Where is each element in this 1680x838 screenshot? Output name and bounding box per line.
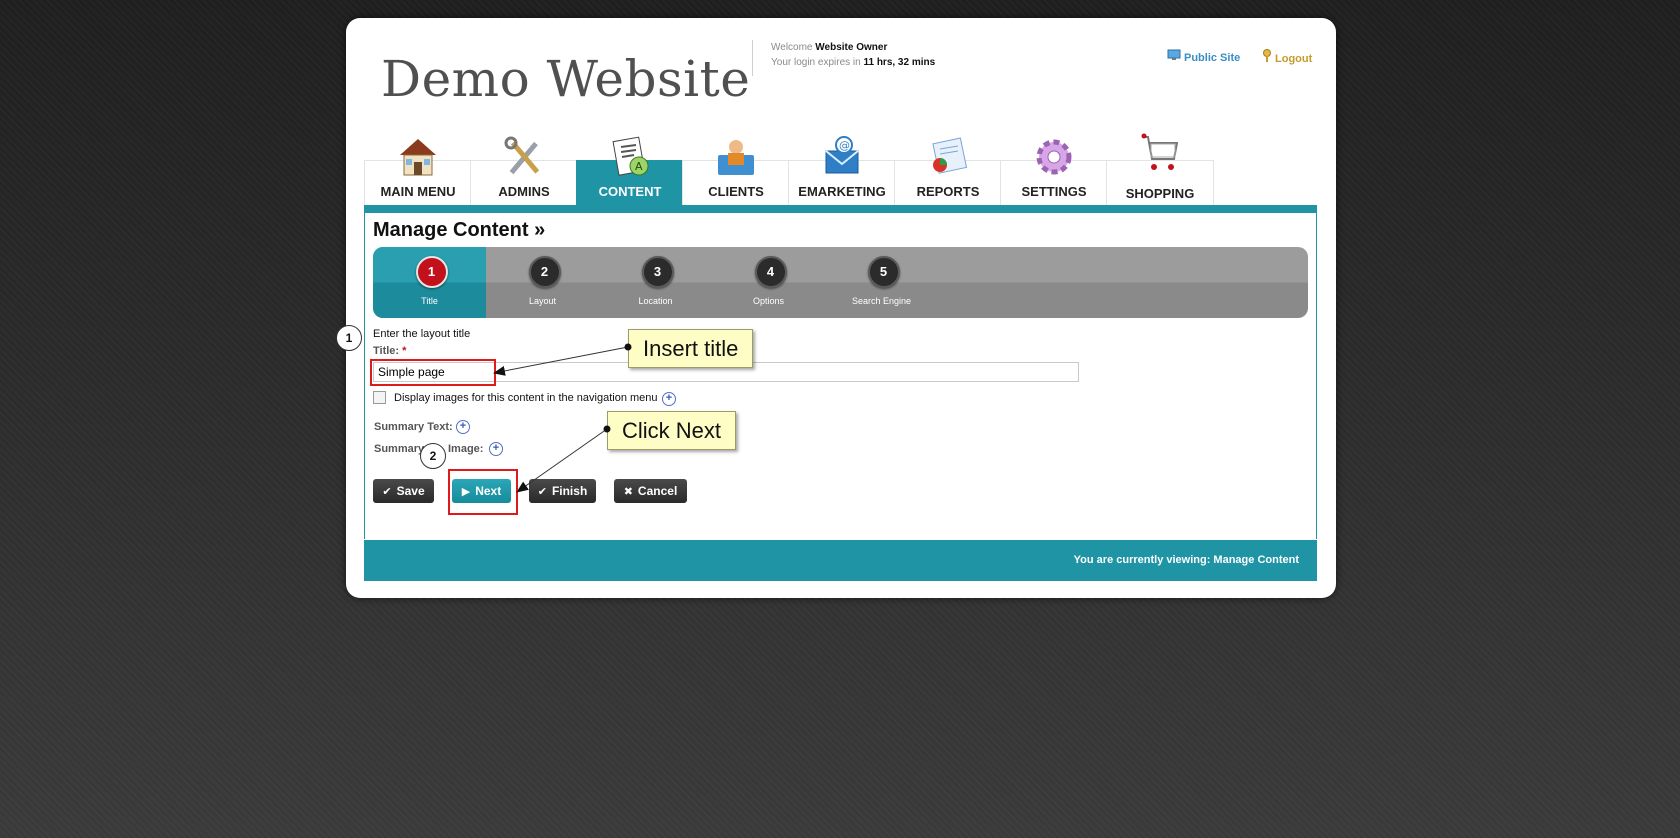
check-icon: ✔ bbox=[537, 486, 547, 498]
tab-label: SHOPPING bbox=[1125, 186, 1195, 201]
display-images-checkbox[interactable] bbox=[373, 391, 386, 404]
tab-label: SETTINGS bbox=[1021, 184, 1087, 199]
summary-image-label-start: Summary bbox=[374, 443, 425, 455]
tab-reports[interactable]: REPORTS bbox=[894, 137, 1002, 207]
step-label: Title bbox=[421, 296, 438, 306]
save-button[interactable]: ✔ Save bbox=[373, 479, 434, 503]
tab-content[interactable]: A CONTENT bbox=[576, 136, 684, 207]
save-label: Save bbox=[396, 484, 425, 498]
summary-text-label: Summary Text: bbox=[374, 421, 453, 433]
required-mark: * bbox=[402, 345, 407, 357]
gear-icon bbox=[1036, 139, 1072, 175]
tab-label: CONTENT bbox=[598, 184, 662, 199]
step-number: 5 bbox=[867, 256, 900, 288]
clients-icon bbox=[718, 140, 754, 175]
expiry-value: 11 hrs, 32 mins bbox=[863, 57, 936, 68]
step-marker-1: 1 bbox=[336, 325, 362, 351]
tab-label: MAIN MENU bbox=[380, 184, 456, 199]
key-icon bbox=[1262, 49, 1272, 65]
step-number: 1 bbox=[415, 256, 448, 288]
close-icon: ✖ bbox=[623, 486, 633, 498]
tab-main-menu[interactable]: MAIN MENU bbox=[364, 139, 472, 207]
tab-shopping[interactable]: SHOPPING bbox=[1106, 133, 1214, 207]
footer-status: You are currently viewing: Manage Conten… bbox=[1073, 554, 1299, 566]
svg-text:A: A bbox=[635, 160, 643, 173]
site-logo: Demo Website bbox=[381, 50, 751, 108]
house-icon bbox=[400, 139, 436, 176]
expiry-prefix: Your login expires in bbox=[771, 57, 861, 68]
finish-label: Finish bbox=[551, 484, 588, 498]
wizard-step-search-engine[interactable]: 5 Search Engine bbox=[825, 247, 938, 318]
wizard-step-title[interactable]: 1 Title bbox=[373, 247, 486, 318]
title-field-label: Title: * bbox=[373, 345, 406, 357]
finish-button[interactable]: ✔ Finish bbox=[529, 479, 596, 503]
step-label: Search Engine bbox=[851, 296, 912, 306]
check-icon: ✔ bbox=[382, 486, 392, 498]
title-input-highlight bbox=[370, 359, 496, 386]
insert-title-callout: Insert title bbox=[628, 329, 754, 368]
welcome-line: Welcome Website Owner bbox=[771, 40, 935, 55]
wizard-step-options[interactable]: 4 Options bbox=[712, 247, 825, 318]
page-title: Manage Content » bbox=[373, 219, 546, 241]
public-site-label: Public Site bbox=[1184, 52, 1241, 64]
tab-admins[interactable]: ADMINS bbox=[470, 136, 578, 207]
tab-emarketing[interactable]: @ EMARKETING bbox=[788, 136, 896, 207]
next-button-highlight bbox=[448, 469, 518, 515]
welcome-prefix: Welcome bbox=[771, 42, 813, 53]
logout-label: Logout bbox=[1275, 53, 1313, 65]
display-images-label: Display images for this content in the n… bbox=[394, 392, 658, 404]
monitor-icon bbox=[1167, 49, 1181, 64]
wizard-step-layout[interactable]: 2 Layout bbox=[486, 247, 599, 318]
footer-bar: You are currently viewing: Manage Conten… bbox=[364, 540, 1317, 581]
wizard-step-location[interactable]: 3 Location bbox=[599, 247, 712, 318]
summary-image-add-icon[interactable]: + bbox=[489, 442, 503, 456]
step-number: 4 bbox=[754, 256, 787, 288]
tab-underline-bar bbox=[364, 205, 1317, 213]
public-site-link[interactable]: Public Site bbox=[1167, 49, 1240, 64]
cart-icon bbox=[1141, 133, 1179, 170]
welcome-box: Welcome Website Owner Your login expires… bbox=[752, 40, 935, 76]
step-label: Layout bbox=[528, 296, 557, 306]
tab-clients[interactable]: CLIENTS bbox=[682, 140, 790, 207]
user-name: Website Owner bbox=[815, 42, 888, 53]
reports-icon bbox=[932, 137, 968, 174]
wizard-steps: 1 Title 2 Layout 3 Location 4 Options 5 … bbox=[373, 247, 1308, 318]
step-label: Options bbox=[752, 296, 785, 306]
cancel-label: Cancel bbox=[637, 484, 678, 498]
step-number: 3 bbox=[641, 256, 674, 288]
svg-text:@: @ bbox=[839, 139, 850, 152]
step-label: Location bbox=[638, 296, 673, 306]
summary-text-add-icon[interactable]: + bbox=[456, 420, 470, 434]
email-icon: @ bbox=[825, 136, 859, 174]
document-icon: A bbox=[612, 136, 649, 176]
display-images-help-icon[interactable]: + bbox=[662, 392, 676, 406]
step-marker-2: 2 bbox=[420, 443, 446, 469]
title-label-text: Title: bbox=[373, 345, 400, 357]
tab-label: REPORTS bbox=[916, 184, 980, 199]
logout-link[interactable]: Logout bbox=[1262, 49, 1312, 65]
tab-label: CLIENTS bbox=[708, 184, 764, 199]
step-number: 2 bbox=[528, 256, 561, 288]
expiry-line: Your login expires in 11 hrs, 32 mins bbox=[771, 55, 935, 70]
layout-title-instruction: Enter the layout title bbox=[373, 328, 471, 340]
cancel-button[interactable]: ✖ Cancel bbox=[614, 479, 687, 503]
tab-settings[interactable]: SETTINGS bbox=[1000, 139, 1108, 207]
tab-label: EMARKETING bbox=[798, 184, 886, 199]
tab-label: ADMINS bbox=[498, 184, 550, 199]
click-next-callout: Click Next bbox=[607, 411, 737, 450]
summary-image-label-end: Image: bbox=[448, 443, 484, 455]
tools-icon bbox=[504, 136, 540, 175]
